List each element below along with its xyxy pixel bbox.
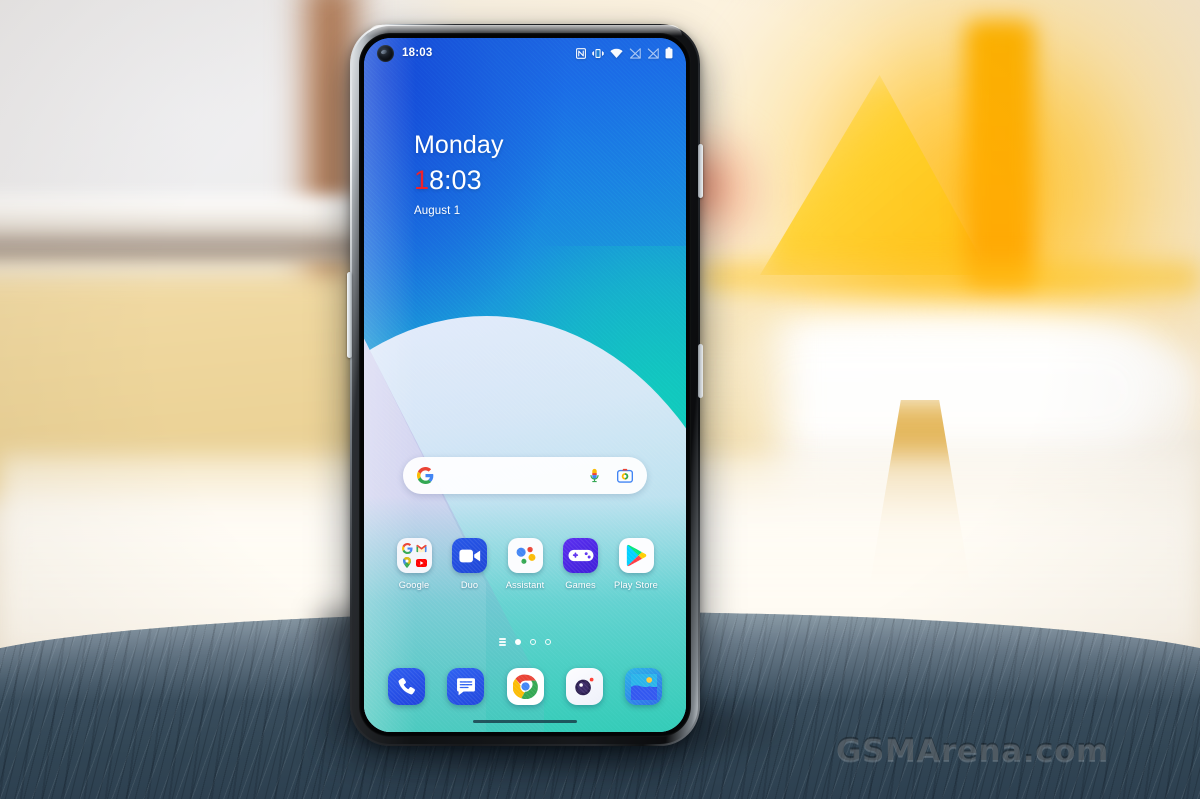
- games-icon: [563, 538, 598, 573]
- phone-bezel: 18:03 Monday 18:03 August 1 Google Duo A…: [359, 33, 691, 737]
- messages-icon[interactable]: [447, 668, 485, 705]
- page-indicator[interactable]: [364, 638, 686, 646]
- photo-scene: 18:03 Monday 18:03 August 1 Google Duo A…: [0, 0, 1200, 799]
- camera-icon[interactable]: [565, 668, 603, 705]
- app-label: Google: [398, 580, 430, 590]
- signal-slash-icon-2: [647, 47, 659, 59]
- app-label: Games: [565, 580, 596, 590]
- duo-icon: [452, 538, 487, 573]
- status-bar-left: 18:03: [377, 44, 433, 62]
- youtube-icon: [415, 558, 428, 567]
- app-grid: Google Duo Assistant Games Play Store: [388, 538, 662, 590]
- power-button-secondary[interactable]: [698, 344, 703, 398]
- app-list-icon[interactable]: [499, 638, 506, 646]
- status-bar-clock: 18:03: [402, 47, 433, 59]
- wifi-icon: [610, 48, 623, 58]
- app-assistant[interactable]: Assistant: [499, 538, 551, 590]
- volume-buttons[interactable]: [347, 272, 352, 358]
- camera-lens-icon[interactable]: [617, 468, 633, 483]
- vibrate-icon: [592, 48, 604, 58]
- assistant-icon: [507, 538, 543, 573]
- google-g-icon: [417, 467, 434, 484]
- battery-icon: [665, 47, 673, 59]
- gesture-navigation-bar[interactable]: [473, 720, 577, 723]
- app-label: Assistant: [505, 580, 545, 590]
- app-games[interactable]: Games: [555, 538, 607, 590]
- status-bar-icons: [576, 47, 673, 59]
- screen-pixel-texture: [364, 38, 686, 732]
- play-store-icon: [618, 538, 654, 573]
- google-g-mini-icon: [401, 543, 414, 554]
- phone-icon[interactable]: [388, 668, 425, 705]
- app-play-store[interactable]: Play Store: [610, 538, 662, 590]
- clock-widget-time-rest: 8:03: [429, 165, 482, 195]
- signal-slash-icon-1: [629, 47, 641, 59]
- smartphone: 18:03 Monday 18:03 August 1 Google Duo A…: [347, 24, 703, 746]
- chrome-icon[interactable]: [506, 668, 544, 705]
- page-dot[interactable]: [545, 638, 551, 645]
- power-button[interactable]: [698, 144, 703, 198]
- app-label: Play Store: [614, 580, 658, 590]
- nfc-icon: [576, 47, 586, 59]
- google-folder-icon: [396, 538, 432, 573]
- clock-widget[interactable]: Monday 18:03 August 1: [414, 131, 504, 218]
- search-bar-actions: [588, 468, 633, 484]
- front-camera-icon: [377, 44, 394, 62]
- gallery-icon[interactable]: [625, 668, 662, 705]
- phone-screen[interactable]: 18:03 Monday 18:03 August 1 Google Duo A…: [364, 38, 686, 732]
- page-dot[interactable]: [530, 638, 536, 645]
- gmail-icon: [415, 544, 428, 553]
- clock-widget-time-highlight: 1: [414, 165, 430, 195]
- maps-icon: [401, 557, 414, 568]
- clock-widget-day: Monday: [414, 131, 504, 159]
- wallpaper: [364, 38, 686, 732]
- dock: [388, 668, 662, 705]
- app-label: Duo: [460, 580, 479, 590]
- google-search-bar[interactable]: [403, 457, 647, 494]
- clock-widget-time: 18:03: [414, 167, 504, 194]
- app-duo[interactable]: Duo: [444, 538, 496, 590]
- microphone-icon[interactable]: [588, 468, 601, 484]
- app-google-folder[interactable]: Google: [388, 538, 440, 590]
- page-dot-active[interactable]: [515, 638, 521, 645]
- gsmarena-watermark: GSMArena.com: [836, 733, 1109, 769]
- clock-widget-date: August 1: [414, 205, 461, 217]
- status-bar[interactable]: 18:03: [364, 38, 686, 68]
